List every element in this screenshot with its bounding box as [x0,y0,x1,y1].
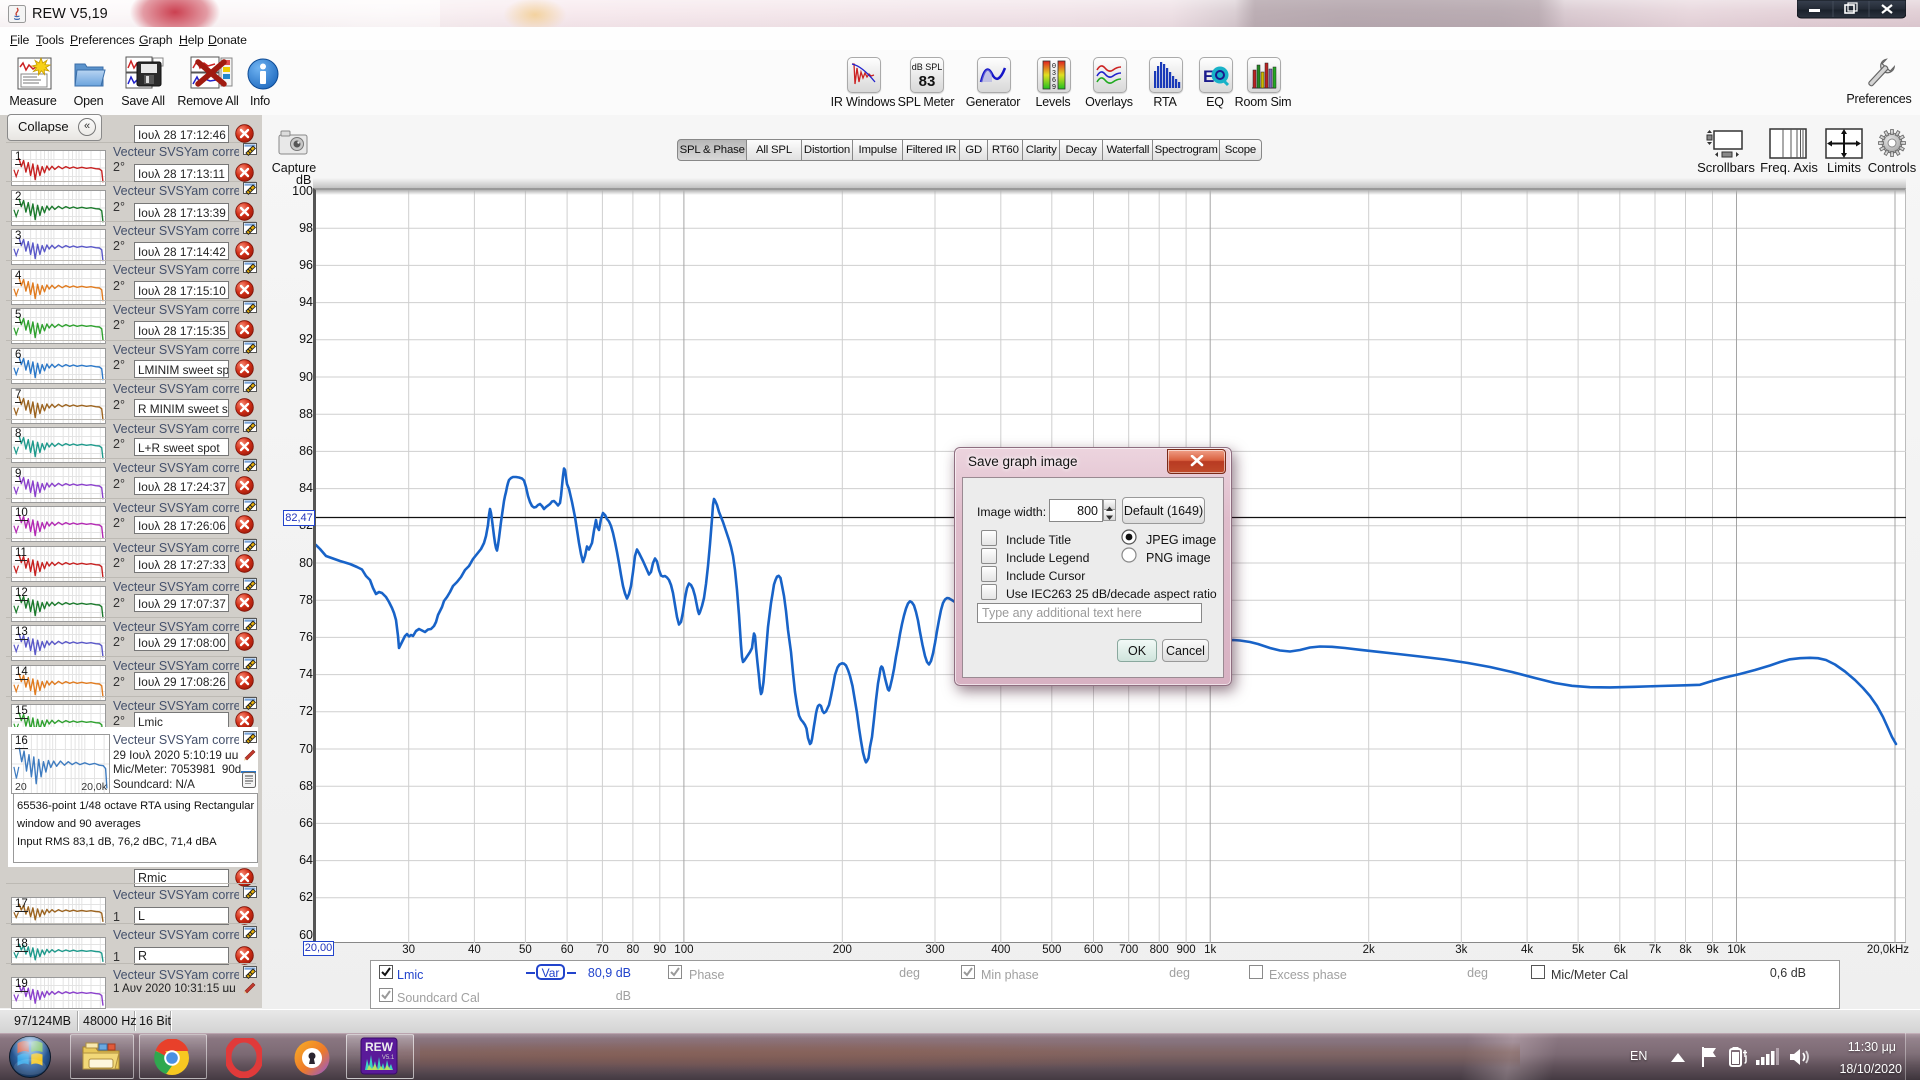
svg-text:REW: REW [365,1040,394,1054]
svg-text:9: 9 [1052,84,1056,92]
svg-text:83: 83 [919,73,936,90]
svg-text:V5.1: V5.1 [382,1055,395,1061]
svg-text:dB SPL: dB SPL [912,62,943,72]
